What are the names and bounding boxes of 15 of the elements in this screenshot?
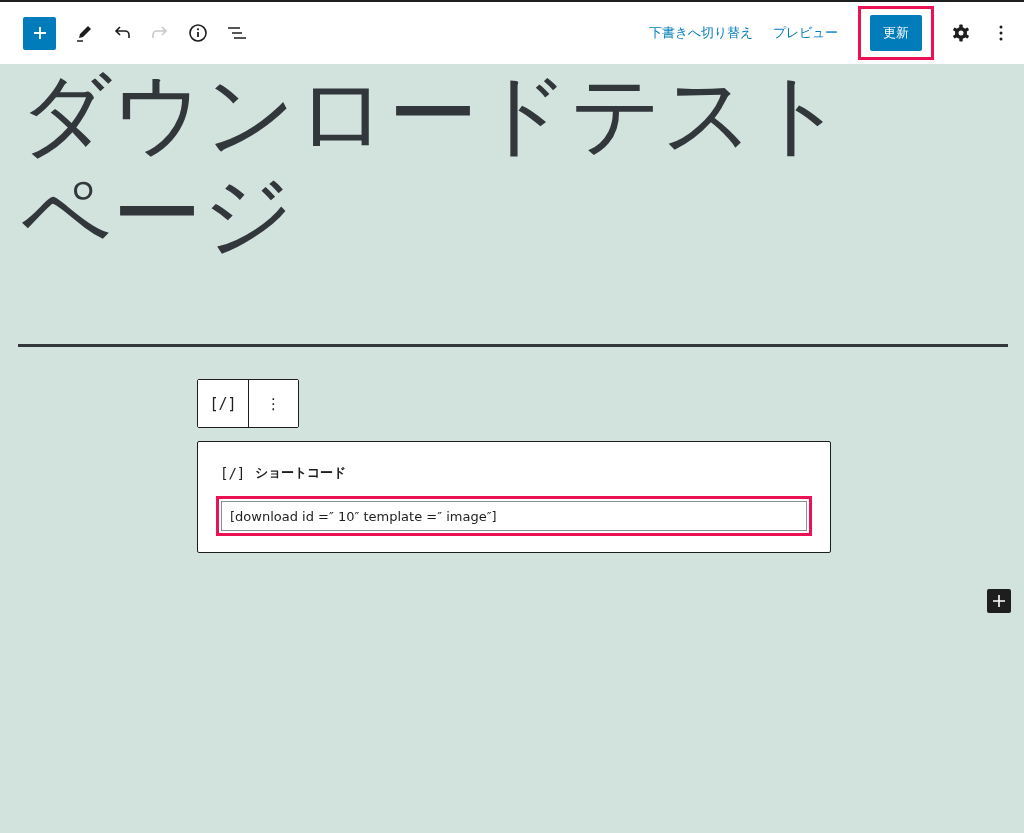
switch-to-draft-link[interactable]: 下書きへ切り替え — [649, 24, 753, 42]
plus-icon — [993, 595, 1005, 607]
shortcode-icon: [/] — [220, 465, 246, 481]
shortcode-input[interactable]: [download id =″ 10″ template =″ image″] — [221, 501, 807, 531]
settings-icon[interactable] — [951, 23, 971, 43]
pencil-icon[interactable] — [74, 23, 94, 43]
update-button[interactable]: 更新 — [870, 15, 922, 51]
block-options-button[interactable]: ⋮ — [248, 380, 298, 427]
more-options-icon[interactable] — [998, 23, 1004, 43]
preview-link[interactable]: プレビュー — [773, 24, 838, 42]
add-block-button[interactable] — [987, 589, 1011, 613]
page-title[interactable]: ダウンロードテストページ — [20, 64, 920, 264]
block-label: ショートコード — [255, 464, 347, 482]
plus-icon — [32, 26, 47, 40]
info-icon[interactable] — [188, 23, 208, 43]
